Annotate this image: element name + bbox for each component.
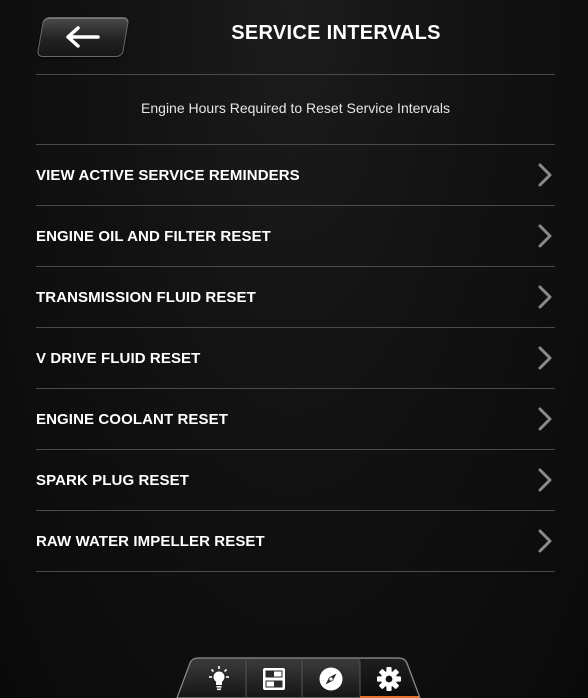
menu-item-label: SPARK PLUG RESET bbox=[36, 472, 190, 489]
gear-icon bbox=[377, 667, 401, 691]
header-divider bbox=[36, 74, 555, 75]
menu-item-transmission-fluid-reset[interactable]: TRANSMISSION FLUID RESET bbox=[0, 267, 588, 328]
chevron-right-icon bbox=[538, 407, 552, 431]
subtitle: Engine Hours Required to Reset Service I… bbox=[141, 100, 450, 116]
menu-item-label: RAW WATER IMPELLER RESET bbox=[36, 533, 265, 550]
arrow-left-icon bbox=[66, 26, 100, 48]
lightbulb-icon bbox=[209, 666, 229, 691]
row-divider bbox=[36, 571, 555, 572]
menu-item-label: V DRIVE FLUID RESET bbox=[36, 350, 201, 367]
menu-item-view-active-service-reminders[interactable]: VIEW ACTIVE SERVICE REMINDERS bbox=[0, 145, 588, 206]
menu-item-label: TRANSMISSION FLUID RESET bbox=[36, 289, 256, 306]
page-title: SERVICE INTERVALS bbox=[231, 22, 441, 44]
menu-item-raw-water-impeller-reset[interactable]: RAW WATER IMPELLER RESET bbox=[0, 511, 588, 572]
menu-item-engine-coolant-reset[interactable]: ENGINE COOLANT RESET bbox=[0, 389, 588, 450]
chevron-right-icon bbox=[538, 468, 552, 492]
chevron-right-icon bbox=[538, 224, 552, 248]
tab-settings[interactable] bbox=[360, 661, 418, 698]
menu-item-label: ENGINE OIL AND FILTER RESET bbox=[36, 228, 271, 245]
tab-switches[interactable] bbox=[246, 661, 302, 698]
service-menu: VIEW ACTIVE SERVICE REMINDERS ENGINE OIL… bbox=[0, 145, 588, 572]
header: SERVICE INTERVALS bbox=[0, 0, 588, 74]
chevron-right-icon bbox=[538, 285, 552, 309]
compass-icon bbox=[319, 667, 343, 691]
tab-lights[interactable] bbox=[190, 661, 246, 698]
switches-icon bbox=[263, 668, 285, 690]
tab-navigation[interactable] bbox=[302, 661, 360, 698]
bottom-tab-bar bbox=[176, 657, 421, 698]
menu-item-engine-oil-and-filter-reset[interactable]: ENGINE OIL AND FILTER RESET bbox=[0, 206, 588, 267]
chevron-right-icon bbox=[538, 529, 552, 553]
menu-item-v-drive-fluid-reset[interactable]: V DRIVE FLUID RESET bbox=[0, 328, 588, 389]
chevron-right-icon bbox=[538, 163, 552, 187]
service-intervals-screen: SERVICE INTERVALS Engine Hours Required … bbox=[0, 0, 588, 698]
menu-item-label: VIEW ACTIVE SERVICE REMINDERS bbox=[36, 167, 300, 184]
chevron-right-icon bbox=[538, 346, 552, 370]
back-button[interactable] bbox=[36, 17, 130, 57]
menu-item-spark-plug-reset[interactable]: SPARK PLUG RESET bbox=[0, 450, 588, 511]
menu-item-label: ENGINE COOLANT RESET bbox=[36, 411, 229, 428]
